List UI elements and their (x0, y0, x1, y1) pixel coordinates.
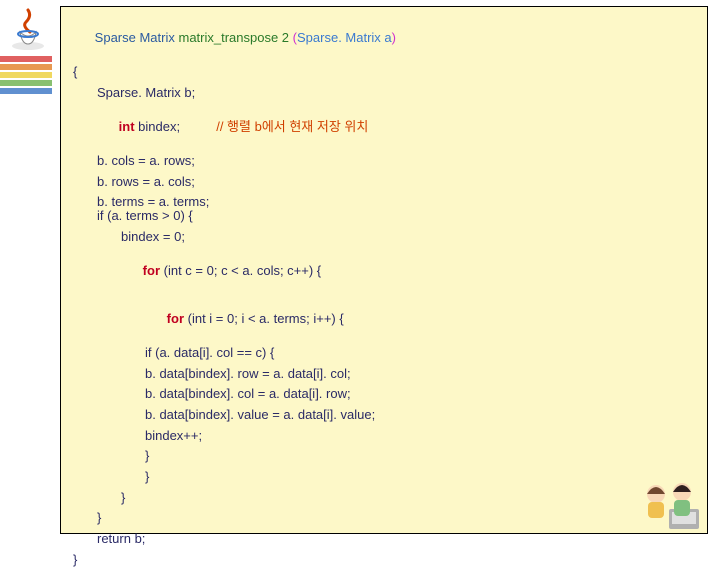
function-name: matrix_transpose 2 (178, 30, 292, 45)
code-line-cols: b. cols = a. rows; (73, 154, 695, 168)
color-stripes-icon (0, 56, 52, 96)
code-line-for-inner: for (int i = 0; i < a. terms; i++) { (73, 298, 695, 339)
code-line-close5: } (73, 553, 695, 567)
code-line-if-inner: if (a. data[i]. col == c) { (73, 346, 695, 360)
code-line-assign1: b. data[bindex]. row = a. data[i]. col; (73, 367, 695, 381)
code-line-open-brace: { (73, 65, 695, 79)
paren-close: ) (392, 30, 396, 45)
code-line-close1: } (73, 449, 695, 463)
for-inner-rest: (int i = 0; i < a. terms; i++) { (188, 311, 344, 326)
comment: // 행렬 b에서 현재 저장 위치 (216, 119, 368, 134)
code-line-close2: } (73, 470, 695, 484)
code-line-for-outer: for (int c = 0; c < a. cols; c++) { (73, 250, 695, 291)
for-outer-rest: (int c = 0; c < a. cols; c++) { (164, 263, 322, 278)
code-line-assign3: b. data[bindex]. value = a. data[i]. val… (73, 408, 695, 422)
code-line-close3: } (73, 491, 695, 505)
keyword-int: int (119, 119, 139, 134)
code-line-terms: b. terms = a. terms; (73, 195, 695, 209)
slide: Sparse Matrix matrix_transpose 2 (Sparse… (0, 0, 720, 540)
code-line-if: if (a. terms > 0) { (73, 209, 695, 223)
param: Sparse. Matrix a (297, 30, 392, 45)
code-line-assign2: b. data[bindex]. col = a. data[i]. row; (73, 387, 695, 401)
code-line-decl-bindex: int bindex; // 행렬 b에서 현재 저장 위치 (73, 106, 695, 147)
code-line-close4: } (73, 511, 695, 525)
code-line-bindex0: bindex = 0; (73, 230, 695, 244)
java-logo-icon (4, 4, 52, 52)
code-line-rows: b. rows = a. cols; (73, 175, 695, 189)
kids-illustration-icon (634, 474, 714, 534)
code-block: Sparse Matrix matrix_transpose 2 (Sparse… (60, 6, 708, 534)
keyword-for: for (143, 263, 164, 278)
code-line-signature: Sparse Matrix matrix_transpose 2 (Sparse… (73, 17, 695, 58)
code-line-binc: bindex++; (73, 429, 695, 443)
code-line-return: return b; (73, 532, 695, 546)
code-line-decl-b: Sparse. Matrix b; (73, 86, 695, 100)
keyword-for: for (167, 311, 188, 326)
var-bindex: bindex; (138, 119, 216, 134)
return-type: Sparse Matrix (95, 30, 179, 45)
